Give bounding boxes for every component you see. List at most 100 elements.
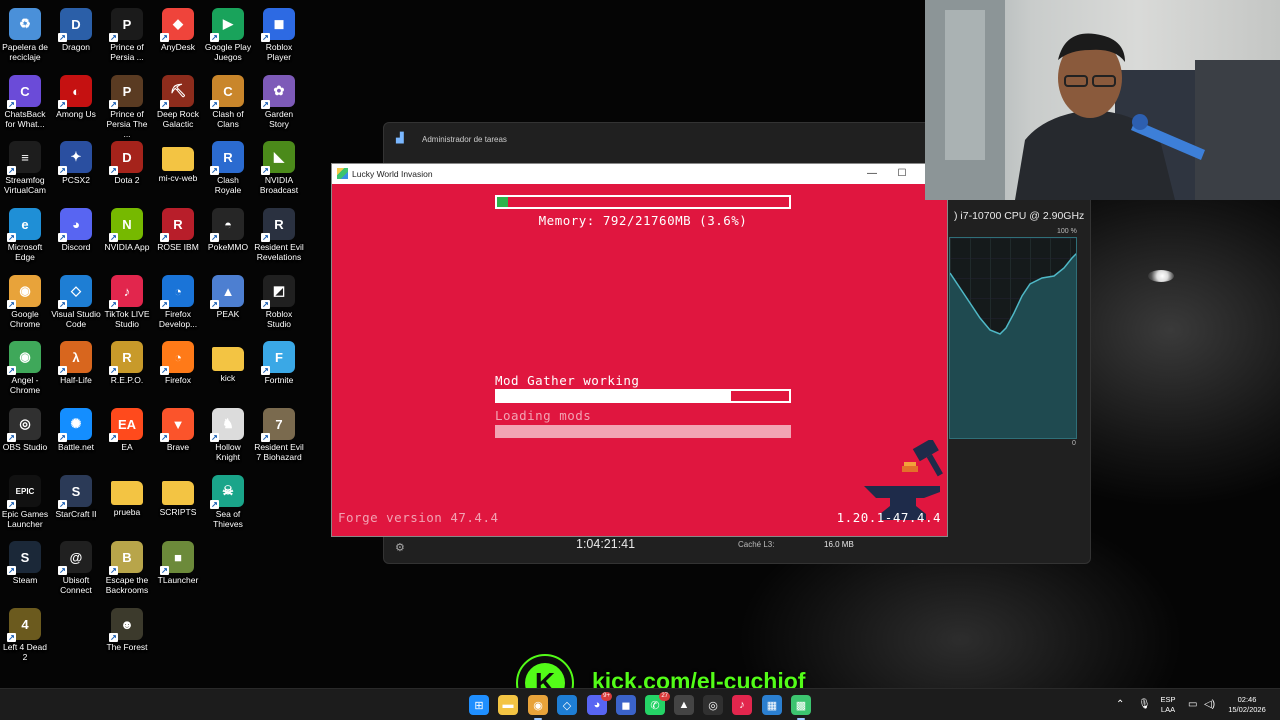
desktop-icon[interactable]: ◣ ↗ NVIDIA Broadcast	[254, 137, 304, 195]
desktop-icon[interactable]: @ ↗ Ubisoft Connect	[51, 537, 101, 595]
desktop-icon[interactable]: ♪ ↗ TikTok LIVE Studio	[102, 271, 152, 329]
desktop-icon[interactable]: e ↗ Microsoft Edge	[0, 204, 50, 262]
shortcut-arrow-icon: ↗	[58, 366, 67, 375]
desktop-icon-label: PEAK	[216, 309, 240, 319]
desktop-icon[interactable]: ☠ ↗ Sea of Thieves	[203, 471, 253, 529]
whatsapp-taskbar-icon[interactable]: ✆ 27	[645, 692, 670, 715]
desktop-icon[interactable]: R ↗ ROSE IBM	[153, 204, 203, 252]
discord-taskbar-icon[interactable]: ◕ 9+	[587, 692, 612, 715]
desktop-icon[interactable]: ♞ ↗ Hollow Knight	[203, 404, 253, 462]
desktop-icon[interactable]: R ↗ Clash Royale	[203, 137, 253, 195]
desktop-icon[interactable]: ◼ ↗ Roblox Player	[254, 4, 304, 62]
desktop-icon-label: Visual Studio Code	[51, 309, 101, 329]
desktop-icon[interactable]: ◉ ↗ Angel - Chrome	[0, 337, 50, 395]
obs-icon: ◎ ↗	[7, 408, 41, 442]
desktop-icon-grid: ♻ Papelera de reciclaje C ↗ ChatsBack for Wh…	[0, 0, 310, 690]
desktop-icon[interactable]: ▶ ↗ Google Play Juegos	[203, 4, 253, 62]
desktop-icon[interactable]: C ↗ ChatsBack for What...	[0, 71, 50, 129]
desktop-icon[interactable]: kick	[203, 337, 253, 383]
desktop-icon[interactable]: F ↗ Fortnite	[254, 337, 304, 385]
desktop-icon[interactable]: P ↗ Prince of Persia ...	[102, 4, 152, 62]
desktop-icon[interactable]: ◎ ↗ OBS Studio	[0, 404, 50, 452]
desktop-icon[interactable]: EPIC ↗ Epic Games Launcher	[0, 471, 50, 529]
maximize-button[interactable]: ☐	[887, 165, 917, 183]
show-hidden-icons-chevron-icon[interactable]: ⌃	[1116, 699, 1124, 710]
desktop-icon[interactable]: N ↗ NVIDIA App	[102, 204, 152, 252]
desktop-icon-glyph: R	[173, 216, 183, 232]
language-code-top: ESP	[1160, 695, 1176, 704]
desktop-icon[interactable]: 4 ↗ Left 4 Dead 2	[0, 604, 50, 662]
desktop-icon[interactable]: B ↗ Escape the Backrooms	[102, 537, 152, 595]
memory-progress-fill	[497, 197, 508, 207]
minimize-button[interactable]: —	[857, 165, 887, 183]
window-titlebar[interactable]: Lucky World Invasion — ☐	[332, 164, 947, 184]
desktop-icon-glyph: ☻	[120, 616, 134, 632]
desktop-icon[interactable]: ◉ ↗ Google Chrome	[0, 271, 50, 329]
desktop-icon[interactable]: ◔ ↗ Firefox	[153, 337, 203, 385]
desktop-icon[interactable]: ≡ ↗ Streamfog VirtualCam	[0, 137, 50, 195]
desktop-icon[interactable]: P ↗ Prince of Persia The ...	[102, 71, 152, 139]
desktop-icon[interactable]: ☻ ↗ The Forest	[102, 604, 152, 652]
desktop-icon[interactable]: SCRIPTS	[153, 471, 203, 517]
desktop-icon-label: Angel - Chrome	[9, 375, 41, 395]
desktop-icon[interactable]: 7 ↗ Resident Evil 7 Biohazard	[254, 404, 304, 462]
desktop-icon[interactable]: ◇ ↗ Visual Studio Code	[51, 271, 101, 329]
photos-taskbar-icon[interactable]: ▦	[762, 695, 782, 715]
clock[interactable]: 02:46 15/02/2026	[1222, 695, 1272, 715]
desktop-icon-label: NVIDIA Broadcast	[259, 175, 299, 195]
shortcut-arrow-icon: ↗	[7, 366, 16, 375]
desktop-icon[interactable]: ◓ ↗ PokeMMO	[203, 204, 253, 252]
desktop-icon-glyph: R	[274, 216, 284, 232]
cursor-taskbar-icon[interactable]: ▲	[674, 695, 694, 715]
microphone-icon[interactable]: 🎙	[1138, 699, 1151, 710]
desktop-icon[interactable]: C ↗ Clash of Clans	[203, 71, 253, 129]
desktop-icon[interactable]: ◕ ↗ Discord	[51, 204, 101, 252]
desktop-icon-label: StarCraft II	[55, 509, 97, 519]
desktop-icon[interactable]: R ↗ Resident Evil Revelations	[254, 204, 304, 262]
obs-taskbar-icon[interactable]: ◎	[703, 695, 723, 715]
desktop-icon[interactable]: S ↗ StarCraft II	[51, 471, 101, 519]
desktop-icon[interactable]: ■ ↗ TLauncher	[153, 537, 203, 585]
desktop-icon[interactable]: ✺ ↗ Battle.net	[51, 404, 101, 452]
desktop-icon[interactable]: D ↗ Dragon	[51, 4, 101, 52]
settings-gear-icon[interactable]: ⚙	[395, 541, 405, 554]
desktop-icon[interactable]: λ ↗ Half-Life	[51, 337, 101, 385]
app-taskbar-icon[interactable]: ◼	[616, 695, 636, 715]
network-icon[interactable]: ▭	[1188, 699, 1197, 710]
desktop-icon[interactable]: S ↗ Steam	[0, 537, 50, 585]
input-language-indicator[interactable]: ESP LAA	[1158, 695, 1178, 715]
file-explorer-icon[interactable]: ▬	[498, 695, 518, 715]
desktop-icon[interactable]: ◩ ↗ Roblox Studio	[254, 271, 304, 329]
desktop-icon[interactable]: ♻ Papelera de reciclaje	[0, 4, 50, 62]
minecraft-taskbar-icon[interactable]: ▩	[791, 695, 811, 720]
desktop-icon-glyph: D	[122, 149, 132, 165]
desktop-icon[interactable]: ▲ ↗ PEAK	[203, 271, 253, 319]
desktop-icon[interactable]: ▼ ↗ Brave	[153, 404, 203, 452]
rose-ibm-icon: R ↗	[160, 208, 194, 242]
chrome-taskbar-icon[interactable]: ◉	[528, 695, 548, 720]
desktop-icon[interactable]: ✿ ↗ Garden Story	[254, 71, 304, 129]
desktop-icon[interactable]: ⛏ ↗ Deep Rock Galactic	[153, 71, 203, 129]
shortcut-arrow-icon: ↗	[261, 366, 270, 375]
desktop-icon[interactable]: ◆ ↗ AnyDesk	[153, 4, 203, 52]
desktop-icon[interactable]: ✦ ↗ PCSX2	[51, 137, 101, 185]
desktop-icon[interactable]: EA ↗ EA	[102, 404, 152, 452]
the-forest-icon: ☻ ↗	[109, 608, 143, 642]
desktop-icon-label: Garden Story	[264, 109, 294, 129]
tiktok-taskbar-icon[interactable]: ♪	[732, 695, 752, 715]
desktop-icon[interactable]: ◔ ↗ Firefox Develop...	[153, 271, 203, 329]
taskbar-icon-glyph: ♪	[739, 699, 745, 711]
desktop-icon-glyph: 7	[275, 416, 283, 432]
start-icon[interactable]: ⊞	[469, 695, 489, 715]
desktop-icon-glyph: ☠	[222, 483, 234, 498]
desktop-icon[interactable]: mi-cv-web	[153, 137, 203, 183]
desktop-icon-glyph: ✿	[273, 83, 285, 98]
desktop-icon[interactable]: prueba	[102, 471, 152, 517]
desktop-icon[interactable]: ◐ ↗ Among Us	[51, 71, 101, 119]
volume-icon[interactable]: ◁)	[1204, 699, 1215, 710]
desktop-icon[interactable]: R ↗ R.E.P.O.	[102, 337, 152, 385]
desktop-icon[interactable]: D ↗ Dota 2	[102, 137, 152, 185]
shortcut-arrow-icon: ↗	[210, 500, 219, 509]
vscode-taskbar-icon[interactable]: ◇	[557, 695, 577, 715]
mod-loader-window[interactable]: Lucky World Invasion — ☐ Memory: 792/217…	[331, 163, 948, 537]
